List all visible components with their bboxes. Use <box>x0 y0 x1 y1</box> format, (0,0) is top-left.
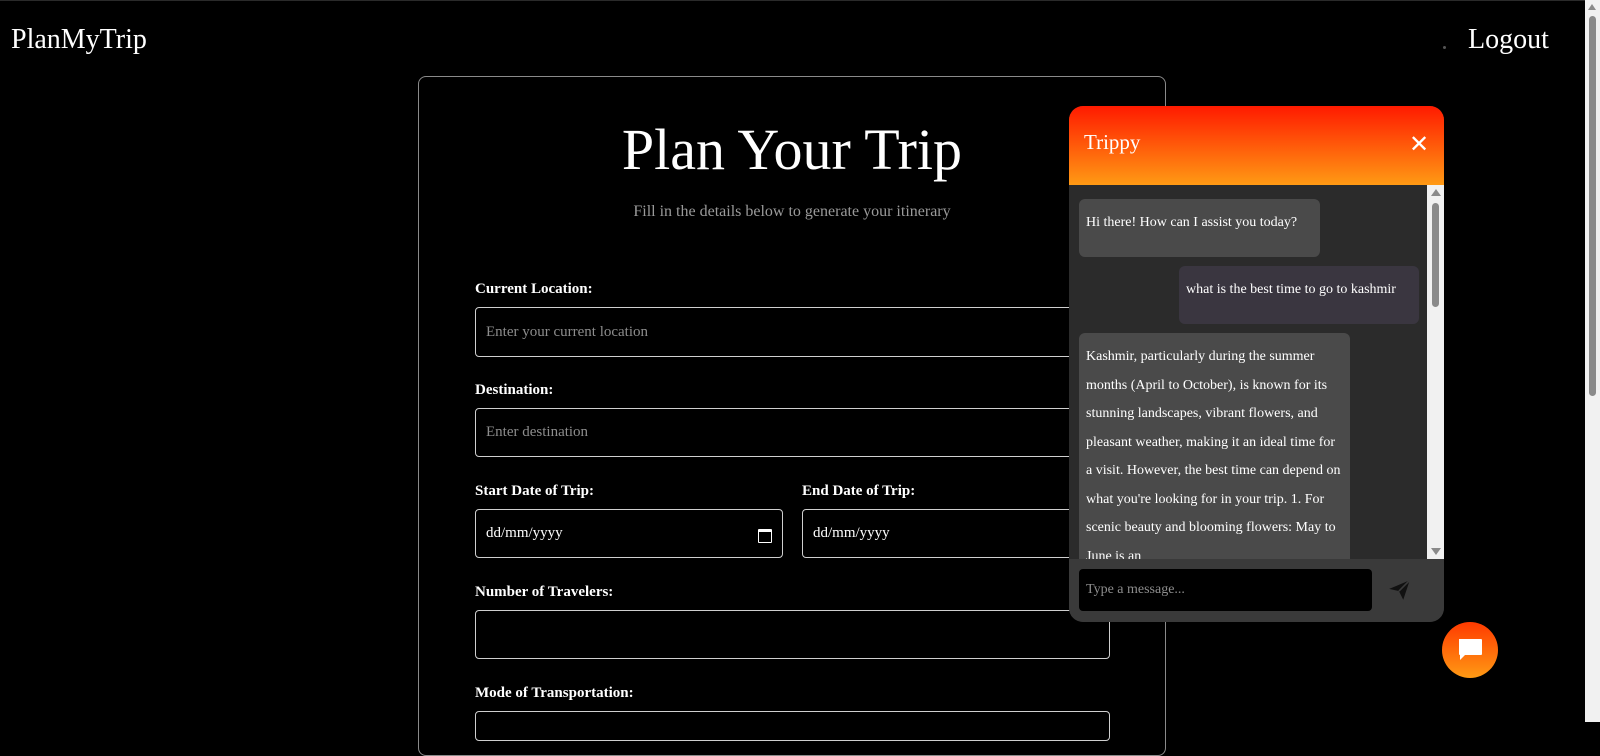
close-icon[interactable]: ✕ <box>1409 132 1429 156</box>
chat-title: Trippy <box>1084 130 1141 154</box>
page-title: Plan Your Trip <box>621 117 963 182</box>
page-scrollbar-thumb[interactable] <box>1589 16 1596 396</box>
chat-toggle-button[interactable] <box>1442 622 1498 678</box>
scroll-down-arrow-icon[interactable] <box>1431 548 1441 555</box>
transport-label: Mode of Transportation: <box>475 685 634 701</box>
page-subtitle: Fill in the details below to generate yo… <box>633 203 951 220</box>
end-date-value: dd/mm/yyyy <box>813 525 890 541</box>
start-date-value: dd/mm/yyyy <box>486 525 563 541</box>
chat-message-user: what is the best time to go to kashmir <box>1179 266 1419 324</box>
send-icon[interactable] <box>1387 577 1413 603</box>
chat-footer <box>1069 559 1444 622</box>
chat-scrollbar-thumb[interactable] <box>1432 203 1439 307</box>
chat-message-bot: Kashmir, particularly during the summer … <box>1079 333 1350 559</box>
page-scrollbar[interactable] <box>1585 0 1600 722</box>
top-border <box>0 0 1600 1</box>
current-location-label: Current Location: <box>475 281 593 297</box>
chat-bubble-icon <box>1456 636 1484 664</box>
transport-select[interactable] <box>475 711 1110 741</box>
chat-window: Trippy ✕ Hi there! How can I assist you … <box>1069 106 1444 622</box>
chat-scrollbar[interactable] <box>1427 185 1444 559</box>
chat-message-input[interactable] <box>1079 569 1372 611</box>
chat-messages[interactable]: Hi there! How can I assist you today? wh… <box>1069 185 1444 559</box>
destination-input[interactable] <box>475 408 1110 457</box>
decorative-dot <box>1443 46 1446 49</box>
logout-link[interactable]: Logout <box>1468 24 1549 56</box>
travelers-input[interactable] <box>475 610 1110 659</box>
travelers-label: Number of Travelers: <box>475 584 614 600</box>
scroll-up-arrow-icon[interactable] <box>1431 189 1441 196</box>
end-date-label: End Date of Trip: <box>802 483 916 499</box>
chat-header: Trippy ✕ <box>1069 106 1444 185</box>
current-location-input[interactable] <box>475 307 1110 357</box>
scroll-up-arrow-icon[interactable] <box>1588 4 1596 10</box>
end-date-input[interactable]: dd/mm/yyyy <box>802 509 1110 558</box>
start-date-input[interactable]: dd/mm/yyyy <box>475 509 783 558</box>
start-date-label: Start Date of Trip: <box>475 483 595 499</box>
calendar-icon[interactable] <box>758 527 772 543</box>
brand-logo-text[interactable]: PlanMyTrip <box>11 24 147 56</box>
destination-label: Destination: <box>475 382 554 398</box>
chat-message-bot: Hi there! How can I assist you today? <box>1079 199 1320 257</box>
